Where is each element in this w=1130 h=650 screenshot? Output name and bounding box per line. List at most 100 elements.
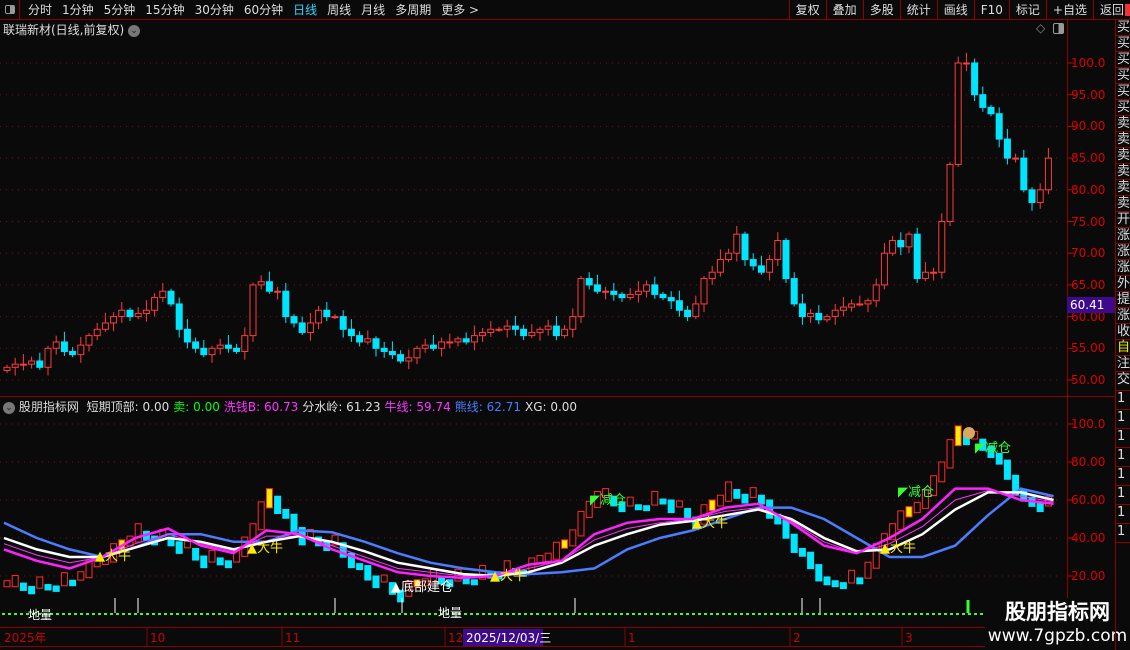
candle-up — [93, 328, 101, 337]
candle-up — [823, 316, 831, 321]
candle-up — [331, 316, 339, 319]
candle-down — [429, 344, 437, 349]
sidebar-cell[interactable]: 涨 — [1116, 244, 1130, 260]
indicator-tick: 100.0 — [1071, 417, 1106, 431]
candle-up — [807, 312, 815, 318]
oscillator-bar — [274, 495, 282, 515]
oscillator-bar — [28, 585, 36, 595]
candle-down — [511, 325, 519, 330]
sidebar-cell[interactable]: 自 — [1116, 340, 1130, 356]
indicator-label: XG: — [524, 400, 547, 414]
oscillator-bar — [716, 494, 724, 507]
indicator-tick: 40.00 — [1071, 531, 1106, 545]
candle-down — [200, 347, 208, 356]
oscillator-bar — [19, 582, 27, 591]
price-tick: 65.00 — [1071, 277, 1106, 292]
candle-down — [323, 309, 331, 318]
oscillator-bar — [626, 496, 634, 507]
candle-down — [979, 94, 987, 108]
sidebar-cell[interactable]: 涨 — [1116, 260, 1130, 276]
sidebar-cell[interactable]: 1 — [1116, 410, 1130, 429]
candle-up — [110, 316, 118, 324]
sidebar-cell[interactable]: 注 — [1116, 356, 1130, 372]
sidebar-cell[interactable]: 卖 — [1116, 196, 1130, 212]
sidebar-cell[interactable]: 买 — [1116, 52, 1130, 68]
oscillator-bar — [216, 557, 224, 566]
candle-up — [142, 309, 150, 314]
indicator-value: 牛线: 59.74 — [385, 400, 451, 414]
candle-up — [725, 252, 733, 261]
chevron-down-icon[interactable]: ⌄ — [3, 401, 15, 414]
sidebar-cell[interactable]: 卖 — [1116, 180, 1130, 196]
oscillator-bar — [364, 565, 372, 581]
indicator-number: 59.74 — [412, 400, 451, 414]
oscillator-bar — [897, 510, 905, 531]
oscillator-bar — [954, 425, 962, 447]
indicator-legend: ⌄ 股朋指标网 短期顶部: 0.00 卖: 0.00 洗钱B: 60.73 分水岭: … — [3, 398, 577, 415]
candle-up — [954, 62, 962, 165]
sidebar-cell[interactable]: 收 — [1116, 324, 1130, 340]
sidebar-cell[interactable]: 1 — [1116, 467, 1130, 486]
sidebar-cell[interactable]: 1 — [1116, 391, 1130, 410]
sidebar-cell[interactable]: 交 — [1116, 372, 1130, 391]
candle-up — [159, 290, 167, 299]
candle-up — [1044, 157, 1052, 191]
oscillator-bar — [815, 564, 823, 582]
candle-up — [889, 240, 897, 254]
candle-up — [700, 278, 708, 305]
sidebar-cell[interactable]: 卖 — [1116, 116, 1130, 132]
money-bag-icon — [963, 427, 975, 439]
sidebar-cell[interactable]: 1 — [1116, 429, 1130, 448]
sidebar-cell[interactable]: 买 — [1116, 20, 1130, 36]
sidebar-cell[interactable]: 1 — [1116, 505, 1130, 524]
price-tick: 70.00 — [1071, 246, 1106, 261]
sidebar-cell[interactable]: 买 — [1116, 84, 1130, 100]
sidebar-cell[interactable]: 卖 — [1116, 148, 1130, 164]
candle-up — [487, 328, 495, 333]
candle-down — [183, 328, 191, 343]
candle-up — [11, 363, 19, 368]
candle-up — [856, 303, 864, 306]
candle-down — [684, 309, 692, 318]
candle-up — [692, 303, 700, 318]
indicator-name[interactable]: 股朋指标网 — [19, 400, 79, 414]
oscillator-bar — [192, 547, 200, 561]
sidebar-cell[interactable]: 1 — [1116, 524, 1130, 543]
candle-down — [987, 106, 995, 115]
sidebar-cell[interactable]: 买 — [1116, 68, 1130, 84]
sidebar-cell[interactable]: 涨 — [1116, 228, 1130, 244]
oscillator-bar — [52, 585, 60, 592]
oscillator-bar — [757, 494, 765, 505]
sidebar-cell[interactable]: 买 — [1116, 36, 1130, 52]
candle-down — [815, 312, 823, 321]
oscillator-bar — [282, 509, 290, 519]
candle-up — [101, 322, 109, 330]
candle-down — [552, 325, 560, 337]
candle-up — [716, 259, 724, 273]
oscillator-bar — [733, 489, 741, 499]
candle-down — [192, 341, 200, 349]
kline-chart[interactable]: ▲大牛▲大牛▲大牛▲大牛▲大牛▲底部建仓◤减仓◤减仓◤减仓地量 地量2025年 10… — [0, 0, 1130, 650]
sidebar-cell[interactable]: 买 — [1116, 100, 1130, 116]
sidebar-cell[interactable]: 1 — [1116, 486, 1130, 505]
month-label: 2 — [793, 631, 801, 645]
sidebar-cell[interactable]: 1 — [1116, 448, 1130, 467]
oscillator-bar — [864, 561, 872, 579]
candle-down — [618, 293, 626, 299]
sidebar-cell[interactable]: 提 — [1116, 292, 1130, 308]
sidebar-cell[interactable]: 卖 — [1116, 164, 1130, 180]
candle-down — [339, 316, 347, 330]
oscillator-bar — [749, 487, 757, 498]
sidebar-cell[interactable]: 卖 — [1116, 132, 1130, 148]
sidebar-cell[interactable]: 外 — [1116, 276, 1130, 292]
oscillator-bar — [134, 523, 142, 543]
price-tick: 55.00 — [1071, 341, 1106, 356]
sidebar-cell[interactable]: 开 — [1116, 212, 1130, 228]
candle-up — [503, 325, 511, 330]
indicator-value: 洗钱B: 60.73 — [224, 400, 298, 414]
candle-up — [405, 357, 413, 362]
candle-down — [520, 328, 528, 337]
sidebar-cell[interactable]: 涨 — [1116, 308, 1130, 324]
candle-up — [315, 309, 323, 324]
oscillator-bar — [290, 513, 298, 533]
